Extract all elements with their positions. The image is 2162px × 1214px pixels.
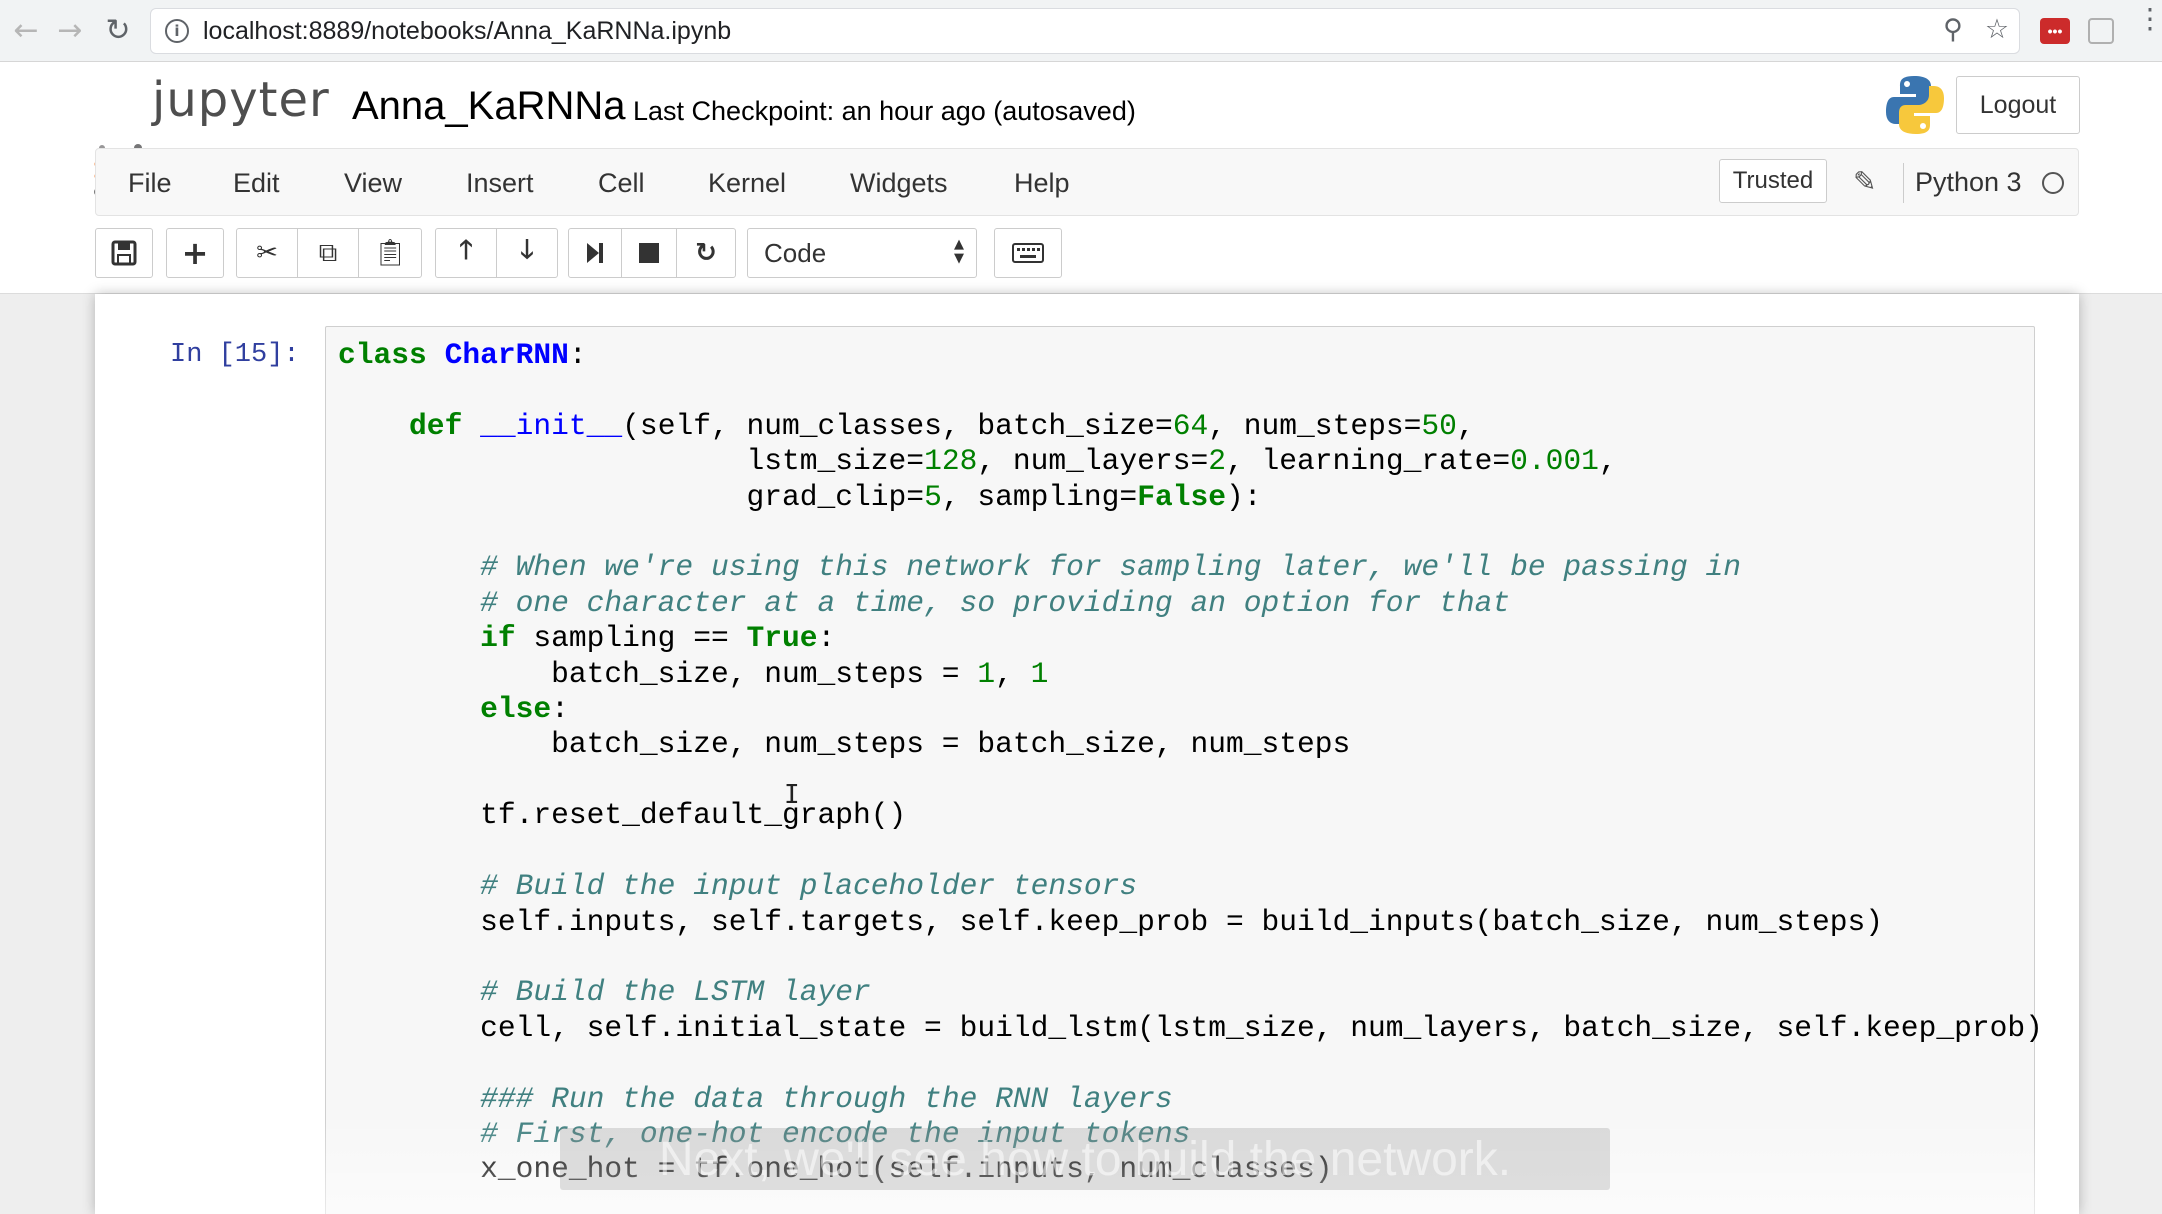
back-arrow-icon[interactable]: ← — [8, 12, 44, 48]
kernel-separator — [1903, 163, 1904, 203]
paste-button[interactable]: 📋︎ — [358, 228, 422, 278]
extension-reader-icon[interactable] — [2088, 18, 2114, 44]
kernel-idle-icon — [2042, 172, 2064, 194]
insert-cell-button[interactable]: + — [166, 228, 224, 278]
paste-icon: 📋︎ — [373, 238, 407, 268]
kernel-name[interactable]: Python 3 — [1915, 167, 2022, 198]
address-bar[interactable]: i localhost:8889/notebooks/Anna_KaRNNa.i… — [150, 8, 2020, 54]
step-forward-icon — [587, 243, 603, 263]
keyboard-icon — [1012, 243, 1044, 263]
menu-kernel[interactable]: Kernel — [708, 149, 786, 217]
jupyter-logo-text[interactable]: jupyter — [152, 72, 330, 128]
save-button[interactable] — [95, 228, 153, 278]
menu-widgets[interactable]: Widgets — [850, 149, 948, 217]
interrupt-button[interactable] — [621, 228, 677, 278]
move-down-button[interactable]: 🡓 — [496, 228, 558, 278]
logout-button[interactable]: Logout — [1956, 76, 2080, 134]
code-cell-source[interactable]: class CharRNN: def __init__(self, num_cl… — [338, 338, 2043, 1188]
arrow-down-icon: 🡓 — [520, 235, 534, 265]
copy-icon: ⧉ — [318, 237, 338, 268]
forward-arrow-icon[interactable]: → — [52, 12, 88, 48]
info-icon[interactable]: i — [165, 19, 189, 43]
zoom-icon[interactable]: ⚲ — [1938, 14, 1968, 45]
select-arrows-icon: ▲ ▼ — [954, 237, 964, 266]
trusted-badge[interactable]: Trusted — [1719, 159, 1827, 203]
video-subtitle: Next, we'll see how to build the network… — [560, 1128, 1610, 1190]
restart-icon: ↻ — [695, 238, 717, 268]
copy-button[interactable]: ⧉ — [297, 228, 359, 278]
extension-icon[interactable]: ••• — [2040, 18, 2070, 44]
run-button[interactable] — [568, 228, 622, 278]
pencil-icon[interactable]: ✎ — [1853, 165, 1876, 198]
restart-button[interactable]: ↻ — [676, 228, 736, 278]
stop-icon — [639, 243, 659, 263]
notebook-name[interactable]: Anna_KaRNNa — [352, 84, 626, 129]
browser-toolbar: ← → ↻ i localhost:8889/notebooks/Anna_Ka… — [0, 0, 2162, 62]
menubar: File Edit View Insert Cell Kernel Widget… — [95, 148, 2079, 216]
cell-type-select[interactable]: Code ▲ ▼ — [747, 228, 977, 278]
cut-icon: ✂ — [256, 238, 278, 268]
cut-button[interactable]: ✂ — [236, 228, 298, 278]
menu-view[interactable]: View — [344, 149, 402, 217]
reload-icon[interactable]: ↻ — [100, 12, 136, 48]
python-logo-icon — [1886, 76, 1944, 134]
browser-menu-icon[interactable]: ⋮ — [2136, 5, 2162, 33]
command-palette-button[interactable] — [994, 228, 1062, 278]
menu-cell[interactable]: Cell — [598, 149, 645, 217]
arrow-up-icon: 🡑 — [459, 235, 473, 265]
save-icon — [111, 240, 137, 266]
menu-file[interactable]: File — [128, 149, 172, 217]
move-up-button[interactable]: 🡑 — [435, 228, 497, 278]
menu-edit[interactable]: Edit — [233, 149, 280, 217]
checkpoint-status: Last Checkpoint: an hour ago (autosaved) — [633, 96, 1136, 126]
input-prompt: In [15]: — [170, 340, 300, 370]
bookmark-star-icon[interactable]: ☆ — [1982, 14, 2012, 45]
url-text[interactable]: localhost:8889/notebooks/Anna_KaRNNa.ipy… — [203, 17, 731, 46]
menu-help[interactable]: Help — [1014, 149, 1070, 217]
plus-icon: + — [181, 234, 209, 272]
text-cursor-icon: I — [784, 780, 800, 810]
cell-type-value: Code — [764, 237, 827, 268]
menu-insert[interactable]: Insert — [466, 149, 534, 217]
